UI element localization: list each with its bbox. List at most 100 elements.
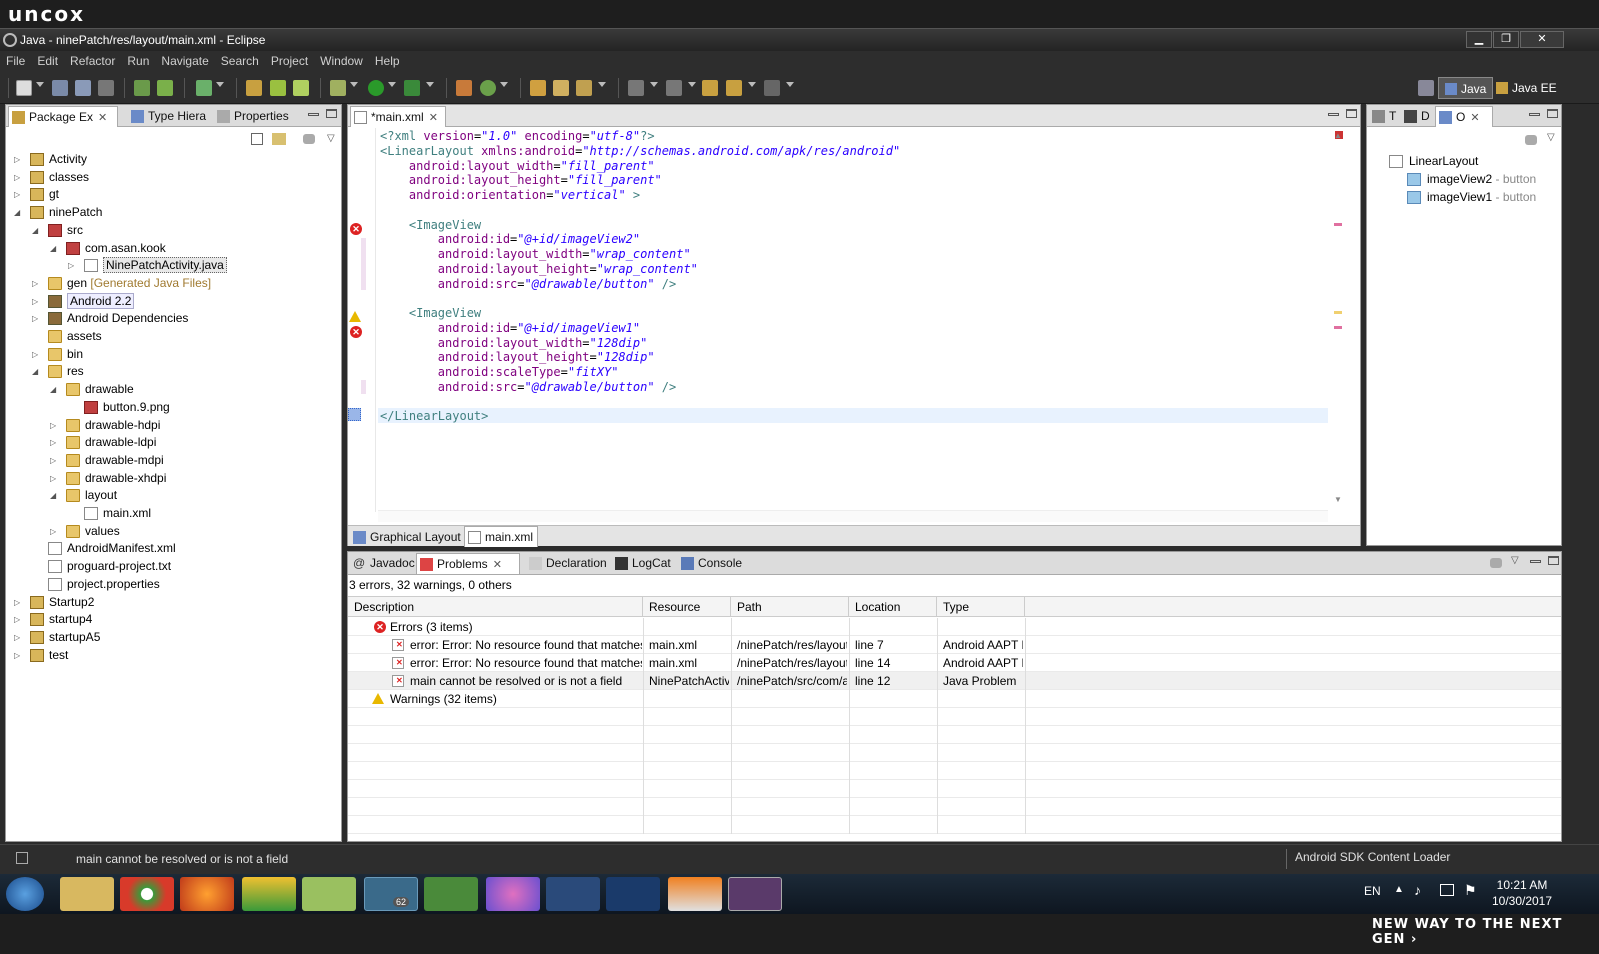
clock-time[interactable]: 10:21 AM xyxy=(1490,878,1554,892)
expand-icon[interactable]: ▷ xyxy=(14,594,22,611)
tab-properties[interactable]: Properties xyxy=(214,106,294,127)
code-line[interactable]: <ImageView xyxy=(380,306,481,321)
column-resource[interactable]: Resource xyxy=(643,597,731,617)
tab-javadoc[interactable]: @ Javadoc xyxy=(350,553,416,574)
code-line[interactable]: android:id="@+id/imageView1" xyxy=(380,321,640,336)
code-line[interactable]: android:scaleType="fitXY" xyxy=(380,365,619,380)
minimize-button[interactable]: ▁ xyxy=(1466,31,1492,48)
tree-item[interactable]: ▷ drawable-hdpi xyxy=(50,417,160,434)
expand-icon[interactable]: ▷ xyxy=(32,293,40,310)
code-line[interactable]: android:layout_height="fill_parent" xyxy=(380,173,662,188)
view-menu-icon[interactable] xyxy=(303,134,315,144)
error-overview-mark[interactable] xyxy=(1334,223,1342,226)
tree-item[interactable]: ▷ startupA5 xyxy=(14,629,100,646)
menu-window[interactable]: Window xyxy=(314,51,369,71)
menu-help[interactable]: Help xyxy=(369,51,406,71)
code-line[interactable]: <LinearLayout xmlns:android="http://sche… xyxy=(380,144,900,159)
volume-icon[interactable]: ♪ xyxy=(1414,882,1421,898)
tree-item[interactable]: ▷ drawable-mdpi xyxy=(50,452,164,469)
horizontal-scrollbar[interactable] xyxy=(378,510,1328,522)
tab-declaration[interactable]: Declaration xyxy=(526,553,612,574)
maximize-button[interactable]: ❐ xyxy=(1493,31,1519,48)
tree-item[interactable]: ◢ com.asan.kook xyxy=(50,240,166,257)
tree-item[interactable]: proguard-project.txt xyxy=(32,558,171,575)
column-type[interactable]: Type xyxy=(937,597,1025,617)
scroll-up-icon[interactable]: ▲ xyxy=(1334,131,1342,140)
menu-refactor[interactable]: Refactor xyxy=(64,51,121,71)
code-line[interactable]: android:layout_height="128dip" xyxy=(380,350,655,365)
expand-icon[interactable]: ▷ xyxy=(50,470,58,487)
code-line[interactable]: </LinearLayout> xyxy=(380,409,488,424)
print-icon[interactable] xyxy=(98,80,114,96)
outline-root[interactable]: LinearLayout xyxy=(1389,153,1478,170)
javaee-perspective-button[interactable]: Java EE xyxy=(1490,77,1563,99)
code-line[interactable]: <ImageView xyxy=(380,218,481,233)
tab-devices[interactable]: D xyxy=(1401,106,1435,127)
code-line[interactable]: android:src="@drawable/button" /> xyxy=(380,277,676,292)
explorer-icon[interactable] xyxy=(60,877,114,911)
tree-item[interactable]: ▷ Activity xyxy=(14,151,87,168)
tree-item[interactable]: ▷ bin xyxy=(32,346,83,363)
fast-view-icon[interactable] xyxy=(16,852,28,864)
collapse-icon[interactable]: ◢ xyxy=(50,381,58,398)
last-edit-icon[interactable] xyxy=(702,80,718,96)
lint-check-icon[interactable] xyxy=(196,80,212,96)
tab-logcat[interactable]: LogCat xyxy=(612,553,678,574)
close-icon[interactable]: ✕ xyxy=(98,112,107,124)
code-line[interactable]: android:layout_width="fill_parent" xyxy=(380,159,655,174)
tab-tasks[interactable]: T xyxy=(1369,106,1401,127)
photoshop-icon[interactable] xyxy=(606,877,660,911)
tree-item[interactable]: ▷ Android Dependencies xyxy=(32,310,188,327)
code-line[interactable]: android:layout_height="wrap_content" xyxy=(380,262,698,277)
tree-item[interactable]: ◢ ninePatch xyxy=(14,204,102,221)
chevron-down-icon[interactable]: ▽ xyxy=(327,133,335,144)
expand-icon[interactable]: ▷ xyxy=(32,275,40,292)
tree-item[interactable]: ▷ test xyxy=(14,647,68,664)
expand-icon[interactable]: ▷ xyxy=(50,434,58,451)
run-external-icon[interactable] xyxy=(404,80,420,96)
tree-item[interactable]: assets xyxy=(32,328,102,345)
tree-item[interactable]: ▷ values xyxy=(50,523,120,540)
java-perspective-button[interactable]: Java xyxy=(1438,77,1494,99)
table-row[interactable]: ✕ error: Error: No resource found that ma… xyxy=(348,636,1561,654)
code-line[interactable]: android:id="@+id/imageView2" xyxy=(380,232,640,247)
tree-item[interactable]: ▷ gt xyxy=(14,186,59,203)
run-icon[interactable] xyxy=(368,80,384,96)
collapse-icon[interactable]: ◢ xyxy=(32,222,40,239)
menu-run[interactable]: Run xyxy=(121,51,155,71)
debug-icon[interactable] xyxy=(330,80,346,96)
close-icon[interactable]: ✕ xyxy=(429,112,438,124)
tree-item[interactable]: AndroidManifest.xml xyxy=(32,540,176,557)
menu-project[interactable]: Project xyxy=(265,51,314,71)
close-icon[interactable]: ✕ xyxy=(493,559,502,571)
tree-item[interactable]: ▷ NinePatchActivity.java xyxy=(68,257,227,274)
tab-graphical-layout[interactable]: Graphical Layout xyxy=(350,527,462,548)
table-row[interactable]: ✕ error: Error: No resource found that ma… xyxy=(348,654,1561,672)
tree-item[interactable]: ▷ startup4 xyxy=(14,611,92,628)
expand-icon[interactable]: ▷ xyxy=(14,611,22,628)
warnings-group-row[interactable]: Warnings (32 items) xyxy=(348,690,1561,708)
collapse-icon[interactable]: ◢ xyxy=(50,240,58,257)
tree-item[interactable]: main.xml xyxy=(68,505,151,522)
tree-item[interactable]: ◢ res xyxy=(32,363,84,380)
menu-edit[interactable]: Edit xyxy=(31,51,64,71)
link-with-editor-icon[interactable] xyxy=(272,133,286,145)
column-path[interactable]: Path xyxy=(731,597,849,617)
android-avd-manager-icon[interactable] xyxy=(157,80,173,96)
error-overview-mark[interactable] xyxy=(1334,326,1342,329)
code-line[interactable]: android:layout_width="128dip" xyxy=(380,336,648,351)
open-perspective-icon[interactable] xyxy=(1418,80,1434,96)
chrome-icon[interactable] xyxy=(120,877,174,911)
new-junit-icon[interactable] xyxy=(270,80,286,96)
minimize-icon[interactable] xyxy=(1529,113,1540,116)
network-icon[interactable] xyxy=(1440,884,1454,896)
open-type-icon[interactable] xyxy=(530,80,546,96)
tab-main-xml-source[interactable]: main.xml xyxy=(464,526,538,547)
minimize-icon[interactable] xyxy=(308,113,319,116)
android-sdk-manager-icon[interactable] xyxy=(134,80,150,96)
minimize-icon[interactable] xyxy=(1530,560,1541,563)
chevron-down-icon[interactable]: ▽ xyxy=(1511,555,1519,566)
tab-outline[interactable]: O ✕ xyxy=(1435,106,1493,127)
expand-icon[interactable]: ▷ xyxy=(32,310,40,327)
vlc-icon[interactable] xyxy=(668,877,722,911)
